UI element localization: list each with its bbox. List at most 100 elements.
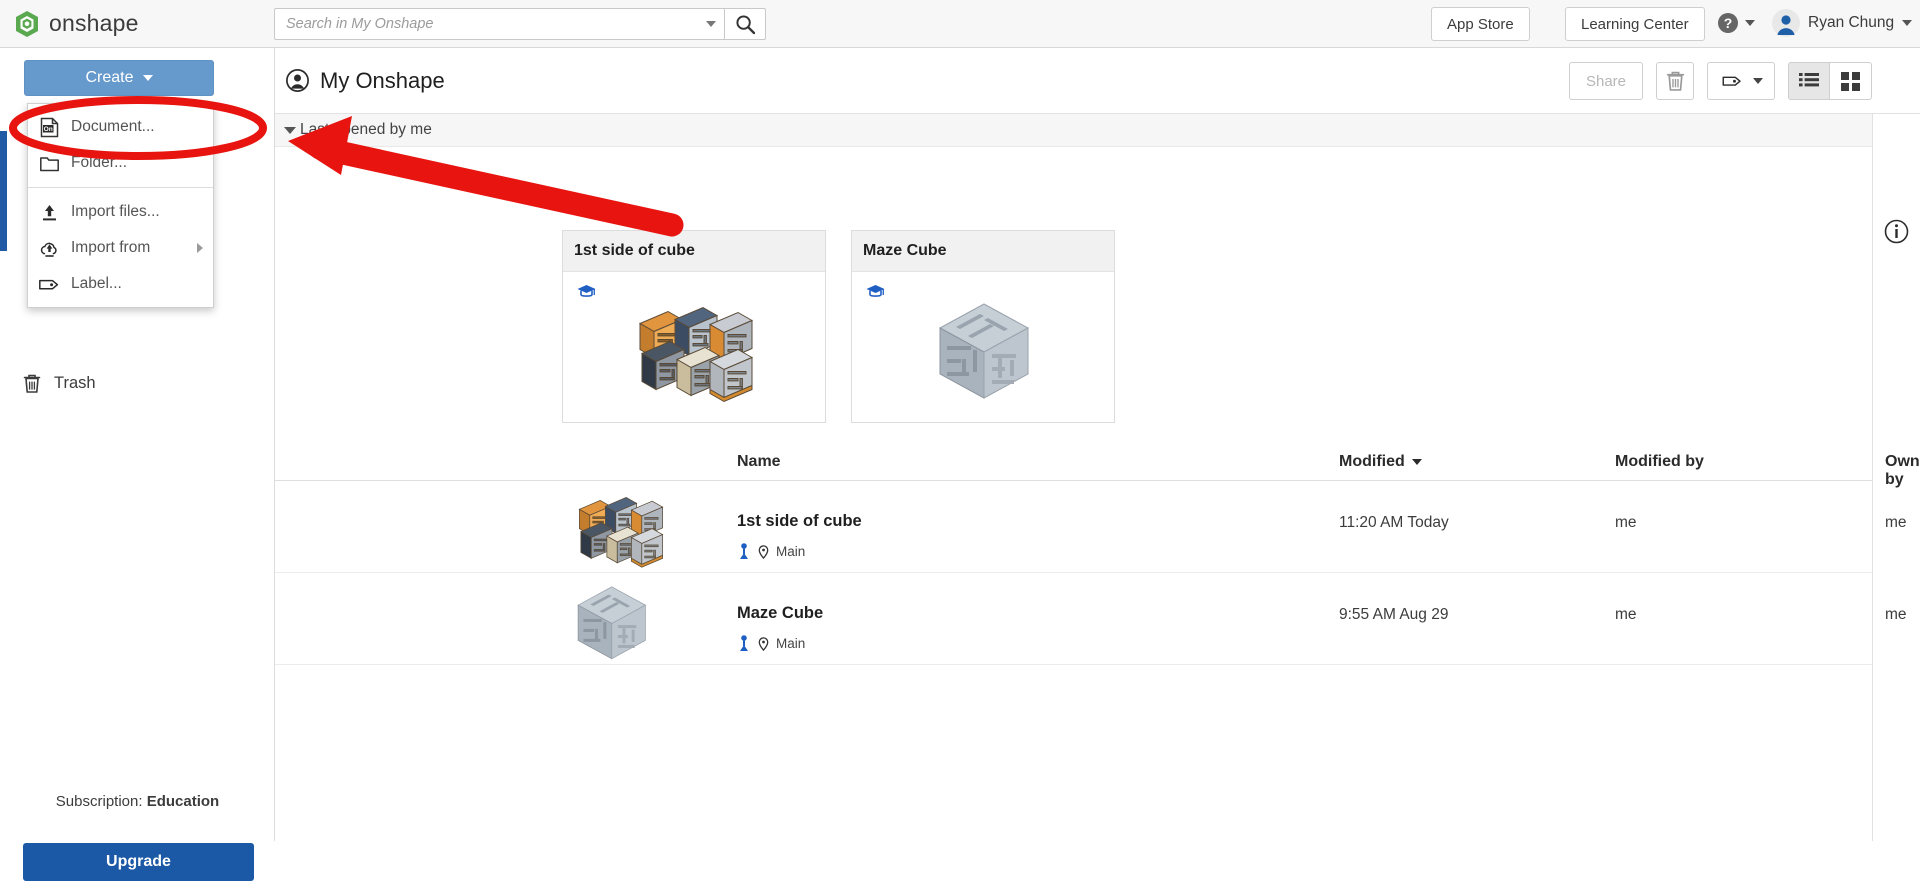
- user-menu-button[interactable]: Ryan Chung: [1772, 9, 1913, 37]
- trash-icon: [1666, 71, 1684, 91]
- grid-view-button[interactable]: [1830, 62, 1872, 100]
- search-button[interactable]: [724, 8, 766, 40]
- table-row-owned-by: me: [1885, 514, 1907, 531]
- subscription-plan: Education: [146, 793, 220, 810]
- folder-icon: [38, 152, 60, 174]
- create-button[interactable]: Create: [24, 60, 214, 96]
- table-row-branch-label: Main: [776, 544, 806, 559]
- label-tag-icon: [1722, 76, 1741, 86]
- recent-cards-row: 1st side of cube Maze Cube: [562, 230, 1115, 423]
- page-title-text: My Onshape: [320, 67, 445, 93]
- learning-center-button[interactable]: Learning Center: [1565, 7, 1705, 41]
- table-row-name: Maze Cube: [737, 604, 824, 622]
- sidebar-active-indicator: [0, 131, 7, 251]
- table-row-modified: 11:20 AM Today: [1339, 514, 1449, 531]
- user-circle-icon: [286, 69, 309, 92]
- search-icon: [735, 14, 755, 34]
- table-header-row: Name Modified Modified by Owned by: [275, 443, 1920, 488]
- menu-item-folder[interactable]: Folder...: [28, 145, 213, 181]
- view-mode-toggle: [1788, 62, 1872, 100]
- document-card-title: 1st side of cube: [563, 231, 825, 272]
- maze-panels-thumbnail: [638, 306, 754, 403]
- onshape-logo-icon: [16, 10, 38, 37]
- column-header-modified-by[interactable]: Modified by: [1615, 453, 1704, 471]
- column-header-name[interactable]: Name: [737, 453, 781, 471]
- list-view-icon: [1799, 73, 1819, 87]
- chevron-right-icon: [197, 243, 203, 253]
- help-menu-button[interactable]: ?: [1717, 12, 1755, 34]
- graduation-cap-icon: [866, 284, 885, 305]
- label-dropdown-button[interactable]: [1707, 62, 1775, 100]
- header-toolbar: Share: [1569, 62, 1872, 100]
- location-pin-icon: [758, 544, 769, 559]
- search-input[interactable]: [286, 16, 700, 32]
- column-header-modified[interactable]: Modified: [1339, 453, 1422, 471]
- menu-item-import-from[interactable]: Import from: [28, 230, 213, 266]
- create-button-label: Create: [85, 69, 134, 86]
- menu-item-import-files-label: Import files...: [71, 203, 160, 220]
- branch-icon: [740, 543, 748, 559]
- info-panel-button[interactable]: [1884, 219, 1909, 249]
- question-circle-icon: ?: [1718, 13, 1738, 33]
- table-row-branch: Main: [737, 635, 805, 652]
- top-navigation-bar: onshape App Store Learning Center ? Ryan…: [0, 0, 1920, 48]
- list-view-button[interactable]: [1788, 62, 1830, 100]
- page-header: My Onshape Share: [275, 48, 1920, 114]
- document-card[interactable]: 1st side of cube: [562, 230, 826, 423]
- brand-name: onshape: [49, 10, 139, 36]
- recent-section-header[interactable]: Last opened by me: [275, 114, 1872, 147]
- menu-item-import-files[interactable]: Import files...: [28, 194, 213, 230]
- sidebar-item-trash-label: Trash: [54, 374, 96, 392]
- column-header-modified-label: Modified: [1339, 453, 1405, 470]
- trash-icon: [23, 374, 41, 393]
- grid-view-icon: [1841, 71, 1860, 91]
- table-row[interactable]: Maze Cube Main 9:55 AM Aug 29 me me: [275, 573, 1907, 667]
- upgrade-button[interactable]: Upgrade: [23, 843, 254, 881]
- menu-item-document[interactable]: On Document...: [28, 109, 213, 145]
- menu-item-label-label: Label...: [71, 275, 122, 292]
- table-row-owned-by: me: [1885, 606, 1907, 623]
- create-dropdown-menu: On Document... Folder... Import files...: [27, 103, 214, 308]
- info-circle-icon: [1884, 219, 1909, 244]
- table-row-modified-by: me: [1615, 514, 1637, 531]
- menu-item-document-label: Document...: [71, 118, 155, 135]
- table-row-modified: 9:55 AM Aug 29: [1339, 606, 1449, 623]
- search-input-container[interactable]: [274, 8, 724, 40]
- documents-table: Name Modified Modified by Owned by: [275, 443, 1920, 667]
- label-tag-icon: [38, 273, 60, 295]
- document-card-title: Maze Cube: [852, 231, 1114, 272]
- search-bar: [274, 8, 766, 40]
- chevron-down-icon: [1745, 20, 1755, 26]
- location-pin-icon: [758, 636, 769, 651]
- app-store-button[interactable]: App Store: [1431, 7, 1530, 41]
- share-button[interactable]: Share: [1569, 62, 1643, 100]
- svg-text:On: On: [43, 126, 52, 133]
- menu-item-label[interactable]: Label...: [28, 266, 213, 302]
- delete-button[interactable]: [1656, 62, 1694, 100]
- subscription-status: Subscription: Education: [0, 793, 275, 810]
- graduation-cap-icon: [577, 284, 596, 305]
- recent-section-label: Last opened by me: [300, 121, 432, 138]
- column-header-owned-by[interactable]: Owned by: [1885, 453, 1920, 489]
- upload-icon: [38, 201, 60, 223]
- user-avatar-icon: [1772, 9, 1800, 37]
- table-row[interactable]: 1st side of cube Main 11:20 AM Today me …: [275, 481, 1907, 573]
- subscription-prefix: Subscription:: [55, 793, 147, 810]
- cloud-upload-icon: [38, 237, 60, 259]
- maze-cube-thumbnail: [938, 303, 1030, 399]
- chevron-down-icon[interactable]: [284, 126, 296, 134]
- svg-text:?: ?: [1724, 15, 1733, 31]
- document-card[interactable]: Maze Cube: [851, 230, 1115, 423]
- chevron-down-icon: [1902, 20, 1913, 26]
- menu-item-folder-label: Folder...: [71, 154, 127, 171]
- table-row-name: 1st side of cube: [737, 512, 862, 530]
- caret-down-icon: [1411, 459, 1422, 465]
- chevron-down-icon[interactable]: [706, 21, 716, 27]
- table-row-branch: Main: [737, 543, 805, 560]
- main-content: My Onshape Share Last opened by me 1st s…: [275, 48, 1920, 841]
- brand-logo-group[interactable]: onshape: [14, 10, 199, 38]
- chevron-down-icon: [142, 75, 153, 81]
- sidebar-item-trash[interactable]: Trash: [22, 373, 96, 394]
- page-title: My Onshape: [286, 68, 445, 94]
- maze-cube-thumbnail: [572, 582, 650, 667]
